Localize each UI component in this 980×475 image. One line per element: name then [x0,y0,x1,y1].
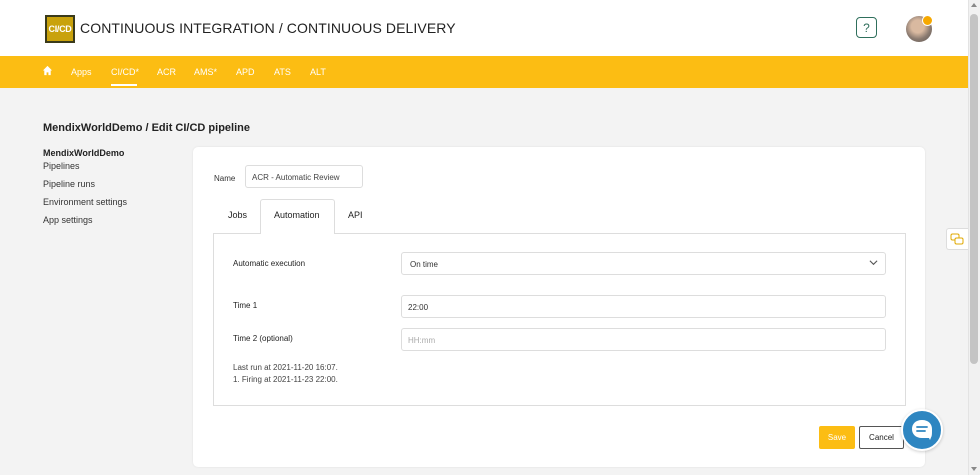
scroll-down-icon[interactable] [971,467,977,471]
nav-item-acr[interactable]: ACR [157,67,176,77]
nav-item-apps[interactable]: Apps [71,67,92,77]
time1-label: Time 1 [233,301,258,310]
help-icon: ? [863,20,870,35]
automatic-execution-select[interactable]: On time [401,252,886,275]
automatic-execution-label: Automatic execution [233,259,306,268]
nav-item-apd[interactable]: APD [236,67,255,77]
page-title: MendixWorldDemo / Edit CI/CD pipeline [43,122,250,134]
cancel-button[interactable]: Cancel [859,426,904,449]
nav-item-alt[interactable]: ALT [310,67,326,77]
sidebar-item-environment-settings[interactable]: Environment settings [43,197,127,207]
nav-active-indicator [111,84,137,86]
chat-icon [912,420,932,440]
time1-input[interactable]: 22:00 [401,295,886,318]
tab-jobs[interactable]: Jobs [228,210,247,220]
sidebar-item-pipeline-runs[interactable]: Pipeline runs [43,179,95,189]
cicd-logo[interactable]: CI/CD [45,15,75,43]
feedback-icon [950,233,964,245]
save-button[interactable]: Save [819,426,855,449]
tab-automation[interactable]: Automation [274,210,320,220]
sidebar-item-app-settings[interactable]: App settings [43,215,93,225]
top-bar: CI/CD CONTINUOUS INTEGRATION / CONTINUOU… [0,0,968,56]
main-nav: Apps CI/CD* ACR AMS* APD ATS ALT [0,56,968,88]
firing-text: 1. Firing at 2021-11-23 22:00. [233,375,338,384]
help-button[interactable]: ? [856,17,877,38]
chevron-down-icon[interactable] [869,258,878,267]
home-icon[interactable] [42,65,53,76]
time2-input[interactable]: HH:mm [401,328,886,351]
chat-button[interactable] [901,409,943,451]
sidebar-item-pipelines[interactable]: Pipelines [43,161,80,171]
nav-item-ats[interactable]: ATS [274,67,291,77]
sidebar-title: MendixWorldDemo [43,148,125,158]
scroll-up-icon[interactable] [971,3,977,7]
name-input[interactable]: ACR - Automatic Review [245,165,363,188]
scrollbar-thumb[interactable] [970,14,978,364]
last-run-text: Last run at 2021-11-20 16:07. [233,363,338,372]
app-title: CONTINUOUS INTEGRATION / CONTINUOUS DELI… [80,20,456,36]
nav-item-ams[interactable]: AMS* [194,67,217,77]
logo-text: CI/CD [48,24,72,34]
notification-badge [922,15,933,26]
tab-api[interactable]: API [348,210,363,220]
name-label: Name [214,174,236,183]
nav-item-cicd[interactable]: CI/CD* [111,67,139,77]
feedback-tab[interactable] [946,228,968,250]
time2-label: Time 2 (optional) [233,334,293,343]
